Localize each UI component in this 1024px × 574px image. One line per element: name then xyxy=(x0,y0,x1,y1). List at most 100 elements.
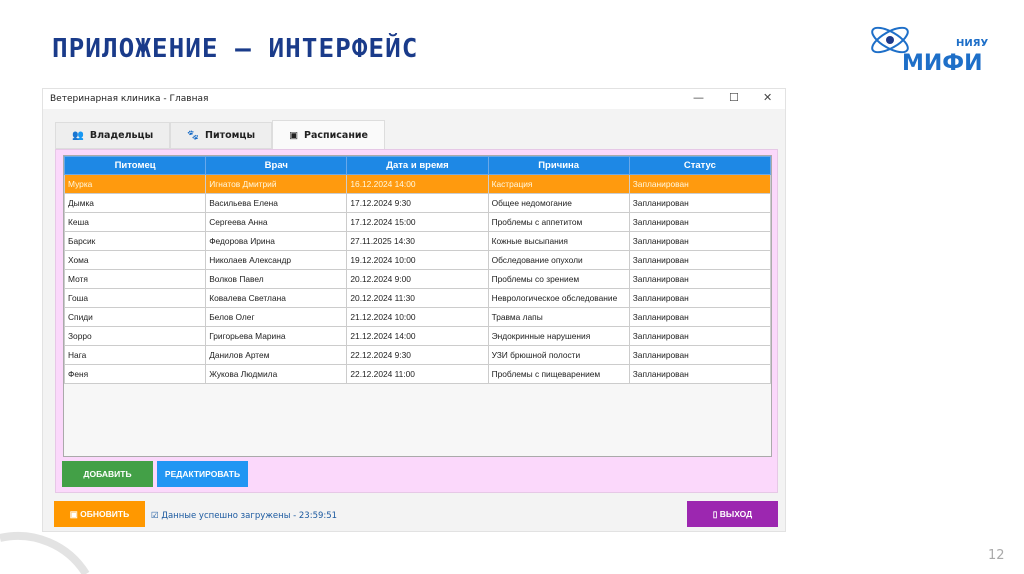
table-cell: Проблемы с пищеварением xyxy=(487,364,630,384)
maximize-button[interactable]: ☐ xyxy=(729,91,739,104)
table-cell: 19.12.2024 10:00 xyxy=(346,250,489,270)
table-cell: Кастрация xyxy=(487,174,630,194)
tab-schedule[interactable]: ▣ Расписание xyxy=(272,120,385,149)
table-cell: Запланирован xyxy=(628,364,772,384)
table-row[interactable]: Кеша Сергеева Анна 17.12.2024 15:00 Проблем… xyxy=(63,212,772,232)
tab-pets[interactable]: 🐾 Питомцы xyxy=(170,122,273,149)
table-cell: Барсик xyxy=(63,231,207,251)
table-cell: Запланирован xyxy=(628,212,772,232)
table-cell: УЗИ брюшной полости xyxy=(487,345,630,365)
table-cell: Волков Павел xyxy=(205,269,348,289)
table-cell: Зорро xyxy=(63,326,207,346)
table-cell: Игнатов Дмитрий xyxy=(205,174,348,194)
table-cell: Феня xyxy=(63,364,207,384)
table-cell: Николаев Александр xyxy=(205,250,348,270)
table-cell: 27.11.2025 14:30 xyxy=(346,231,489,251)
tab-label: Расписание xyxy=(304,129,368,141)
decorative-arc xyxy=(0,532,90,574)
table-row[interactable]: Мотя Волков Павел 20.12.2024 9:00 Проблемы … xyxy=(63,269,772,289)
slide-title: ПРИЛОЖЕНИЕ – ИНТЕРФЕЙС xyxy=(52,34,419,64)
table-cell: Обследование опухоли xyxy=(487,250,630,270)
edit-button[interactable]: РЕДАКТИРОВАТЬ xyxy=(157,461,248,487)
exit-button[interactable]: ▯ ВЫХОД xyxy=(687,501,778,527)
table-cell: 21.12.2024 10:00 xyxy=(346,307,489,327)
window-title: Ветеринарная клиника - Главная xyxy=(50,94,209,104)
table-row[interactable]: Барсик Федорова Ирина 27.11.2025 14:30 Кожн… xyxy=(63,231,772,251)
table-cell: 22.12.2024 11:00 xyxy=(346,364,489,384)
paw-icon: 🐾 xyxy=(187,130,200,141)
table-cell: Проблемы с аппетитом xyxy=(487,212,630,232)
table-cell: Запланирован xyxy=(628,193,772,213)
table-cell: 17.12.2024 15:00 xyxy=(346,212,489,232)
table-cell: Эндокринные нарушения xyxy=(487,326,630,346)
table-cell: Ковалева Светлана xyxy=(205,288,348,308)
table-cell: Мурка xyxy=(63,174,207,194)
close-button[interactable]: ✕ xyxy=(763,91,772,104)
table-cell: Общее недомогание xyxy=(487,193,630,213)
table-cell: 20.12.2024 11:30 xyxy=(346,288,489,308)
table-cell: Данилов Артем xyxy=(205,345,348,365)
table-cell: Кожные высыпания xyxy=(487,231,630,251)
mephi-logo: НИЯУ МИФИ xyxy=(871,26,988,76)
table-cell: Белов Олег xyxy=(205,307,348,327)
table-row[interactable]: Зорро Григорьева Марина 21.12.2024 14:00 Эн… xyxy=(63,326,772,346)
tab-bar: 👥 Владельцы 🐾 Питомцы ▣ Расписание xyxy=(55,120,385,149)
table-cell: Запланирован xyxy=(628,288,772,308)
table-cell: Запланирован xyxy=(628,231,772,251)
table-row[interactable]: Нага Данилов Артем 22.12.2024 9:30 УЗИ брюш… xyxy=(63,345,772,365)
table-cell: Кеша xyxy=(63,212,207,232)
schedule-grid[interactable]: Питомец Врач Дата и время Причина Статус Мур… xyxy=(63,155,772,457)
app-window: Ветеринарная клиника - Главная — ☐ ✕ 👥 Вл… xyxy=(42,88,786,532)
minimize-button[interactable]: — xyxy=(693,91,704,104)
table-cell: 22.12.2024 9:30 xyxy=(346,345,489,365)
column-header[interactable]: Дата и время xyxy=(346,156,489,175)
table-cell: Запланирован xyxy=(628,250,772,270)
page-number: 12 xyxy=(988,548,1005,563)
table-cell: Васильева Елена xyxy=(205,193,348,213)
table-cell: Григорьева Марина xyxy=(205,326,348,346)
table-cell: Спиди xyxy=(63,307,207,327)
table-cell: Мотя xyxy=(63,269,207,289)
table-cell: 16.12.2024 14:00 xyxy=(346,174,489,194)
table-cell: Запланирован xyxy=(628,269,772,289)
tab-label: Питомцы xyxy=(205,130,256,141)
tab-label: Владельцы xyxy=(89,130,154,141)
table-cell: 21.12.2024 14:00 xyxy=(346,326,489,346)
column-header[interactable]: Причина xyxy=(487,156,630,175)
column-header[interactable]: Питомец xyxy=(63,156,207,175)
status-message: ☑ Данные успешно загружены - 23:59:51 xyxy=(151,511,338,521)
calendar-icon: ▣ xyxy=(289,129,299,141)
table-row[interactable]: Гоша Ковалева Светлана 20.12.2024 11:30 Нев… xyxy=(63,288,772,308)
table-row[interactable]: Хома Николаев Александр 19.12.2024 10:00 Об… xyxy=(63,250,772,270)
table-row[interactable]: Спиди Белов Олег 21.12.2024 10:00 Травма ла… xyxy=(63,307,772,327)
table-cell: Запланирован xyxy=(628,326,772,346)
column-header[interactable]: Статус xyxy=(628,156,772,175)
table-cell: Хома xyxy=(63,250,207,270)
table-cell: Неврологическое обследование xyxy=(487,288,630,308)
tab-owners[interactable]: 👥 Владельцы xyxy=(55,122,171,149)
table-cell: Запланирован xyxy=(628,174,772,194)
table-cell: Дымка xyxy=(63,193,207,213)
table-cell: Федорова Ирина xyxy=(205,231,348,251)
table-row[interactable]: Мурка Игнатов Дмитрий 16.12.2024 14:00 Каст… xyxy=(63,174,772,194)
table-cell: Травма лапы xyxy=(487,307,630,327)
table-cell: 20.12.2024 9:00 xyxy=(346,269,489,289)
table-cell: Гоша xyxy=(63,288,207,308)
table-cell: 17.12.2024 9:30 xyxy=(346,193,489,213)
table-cell: Проблемы со зрением xyxy=(487,269,630,289)
table-cell: Запланирован xyxy=(628,307,772,327)
logo-top: НИЯУ xyxy=(956,38,988,49)
table-row[interactable]: Феня Жукова Людмила 22.12.2024 11:00 Пробле… xyxy=(63,364,772,384)
table-cell: Жукова Людмила xyxy=(205,364,348,384)
schedule-panel: Питомец Врач Дата и время Причина Статус Мур… xyxy=(55,149,778,493)
column-header[interactable]: Врач xyxy=(205,156,348,175)
title-bar: Ветеринарная клиника - Главная xyxy=(43,89,785,109)
logo-main: МИФИ xyxy=(902,51,983,76)
table-cell: Нага xyxy=(63,345,207,365)
table-cell: Запланирован xyxy=(628,345,772,365)
table-cell: Сергеева Анна xyxy=(205,212,348,232)
add-button[interactable]: ДОБАВИТЬ xyxy=(62,461,153,487)
table-row[interactable]: Дымка Васильева Елена 17.12.2024 9:30 Общее… xyxy=(63,193,772,213)
refresh-button[interactable]: ▣ ОБНОВИТЬ xyxy=(54,501,145,527)
owners-icon: 👥 xyxy=(72,130,84,141)
